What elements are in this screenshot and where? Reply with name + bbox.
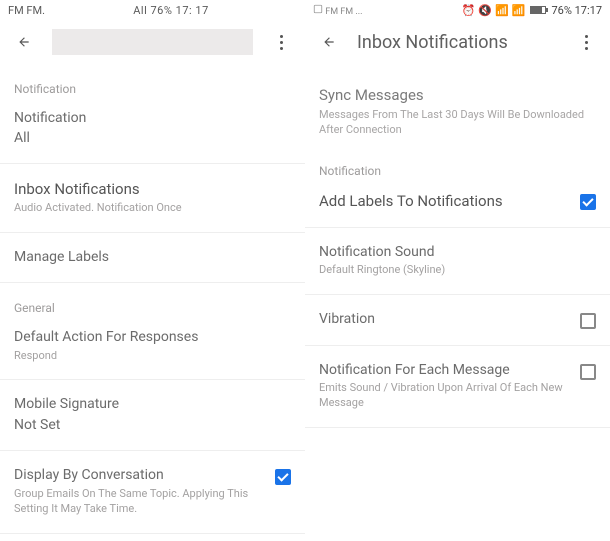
page-title: Inbox Notifications: [357, 32, 558, 53]
battery-icon: [530, 6, 546, 14]
row-default-action[interactable]: Default Action For Responses Respond: [14, 319, 291, 373]
screen-settings: FM FM. All 76% 17: 17 Notification Notif…: [0, 0, 305, 541]
overflow-menu-button[interactable]: [271, 35, 291, 50]
label-inbox-notifications: Inbox Notifications: [14, 180, 291, 199]
back-button[interactable]: [319, 32, 339, 52]
divider: [0, 163, 305, 164]
label-default-action: Default Action For Responses: [14, 329, 291, 347]
value-mobile-signature: Not Set: [14, 417, 291, 435]
status-right: ⏰ 🔇 📶 📶 76% 17:17: [462, 4, 602, 17]
checkbox-notif-each-message[interactable]: [580, 364, 596, 380]
settings-content: Notification Notification All Inbox Noti…: [0, 64, 305, 541]
divider: [305, 427, 610, 428]
row-manage-labels[interactable]: Manage Labels: [14, 239, 291, 277]
arrow-back-icon: [17, 35, 31, 49]
value-default-action: Respond: [14, 349, 291, 364]
label-sync-messages[interactable]: Sync Messages: [319, 86, 596, 104]
sub-sync-messages: Messages From The Last 30 Days Will Be D…: [319, 107, 596, 138]
back-button[interactable]: [14, 32, 34, 52]
divider: [0, 282, 305, 283]
value-notification: All: [14, 130, 291, 148]
status-bar: FM FM ... ⏰ 🔇 📶 📶 76% 17:17: [305, 0, 610, 20]
row-notification-sound[interactable]: Notification Sound Default Ringtone (Sky…: [319, 234, 596, 288]
label-vibration: Vibration: [319, 311, 572, 329]
label-mobile-signature: Mobile Signature: [14, 396, 291, 414]
checkbox-add-labels[interactable]: [580, 194, 596, 210]
label-display-conversation: Display By Conversation: [14, 467, 267, 485]
checkbox-display-conversation[interactable]: [275, 469, 291, 485]
label-notification: Notification: [14, 110, 291, 128]
divider: [305, 294, 610, 295]
row-display-conversation[interactable]: Display By Conversation Group Emails On …: [14, 457, 291, 526]
sub-notif-each-message: Emits Sound / Vibration Upon Arrival Of …: [319, 381, 572, 411]
row-inbox-notifications[interactable]: Inbox Notifications Audio Activated. Not…: [14, 170, 291, 226]
label-manage-labels: Manage Labels: [14, 249, 291, 267]
divider: [0, 232, 305, 233]
row-notification[interactable]: Notification All: [14, 100, 291, 157]
checkbox-vibration[interactable]: [580, 313, 596, 329]
divider: [305, 227, 610, 228]
title-placeholder: [52, 29, 253, 55]
divider: [0, 450, 305, 451]
section-header-notification: Notification: [14, 82, 291, 96]
status-center: All 76% 17: 17: [45, 4, 297, 17]
label-notification-sound: Notification Sound: [319, 244, 596, 262]
arrow-back-icon: [322, 35, 336, 49]
divider: [305, 345, 610, 346]
app-bar: [0, 20, 305, 64]
row-mobile-signature[interactable]: Mobile Signature Not Set: [14, 386, 291, 444]
section-header-notification: Notification: [319, 164, 596, 178]
image-icon: [313, 4, 323, 14]
row-vibration[interactable]: Vibration: [319, 301, 596, 339]
status-carrier: FM FM.: [8, 4, 45, 17]
mute-icon: 🔇: [478, 4, 492, 17]
app-bar: Inbox Notifications: [305, 20, 610, 64]
divider: [0, 379, 305, 380]
row-notif-each-message[interactable]: Notification For Each Message Emits Soun…: [319, 352, 596, 421]
wifi-icon: 📶: [495, 4, 509, 17]
status-carrier: FM FM ...: [313, 4, 362, 17]
screen-inbox-notifications: FM FM ... ⏰ 🔇 📶 📶 76% 17:17 Inbox Notifi…: [305, 0, 610, 541]
overflow-menu-button[interactable]: [576, 35, 596, 50]
row-add-labels[interactable]: Add Labels To Notifications: [319, 182, 596, 221]
sub-inbox-notifications: Audio Activated. Notification Once: [14, 201, 291, 216]
sub-display-conversation: Group Emails On The Same Topic. Applying…: [14, 487, 267, 517]
value-notification-sound: Default Ringtone (Skyline): [319, 263, 596, 278]
alarm-icon: ⏰: [462, 4, 476, 17]
inbox-notif-content: Sync Messages Messages From The Last 30 …: [305, 64, 610, 541]
status-bar: FM FM. All 76% 17: 17: [0, 0, 305, 20]
section-header-general: General: [14, 301, 291, 315]
label-add-labels: Add Labels To Notifications: [319, 192, 572, 211]
signal-icon: 📶: [512, 4, 526, 17]
divider: [0, 533, 305, 534]
label-notif-each-message: Notification For Each Message: [319, 362, 572, 380]
